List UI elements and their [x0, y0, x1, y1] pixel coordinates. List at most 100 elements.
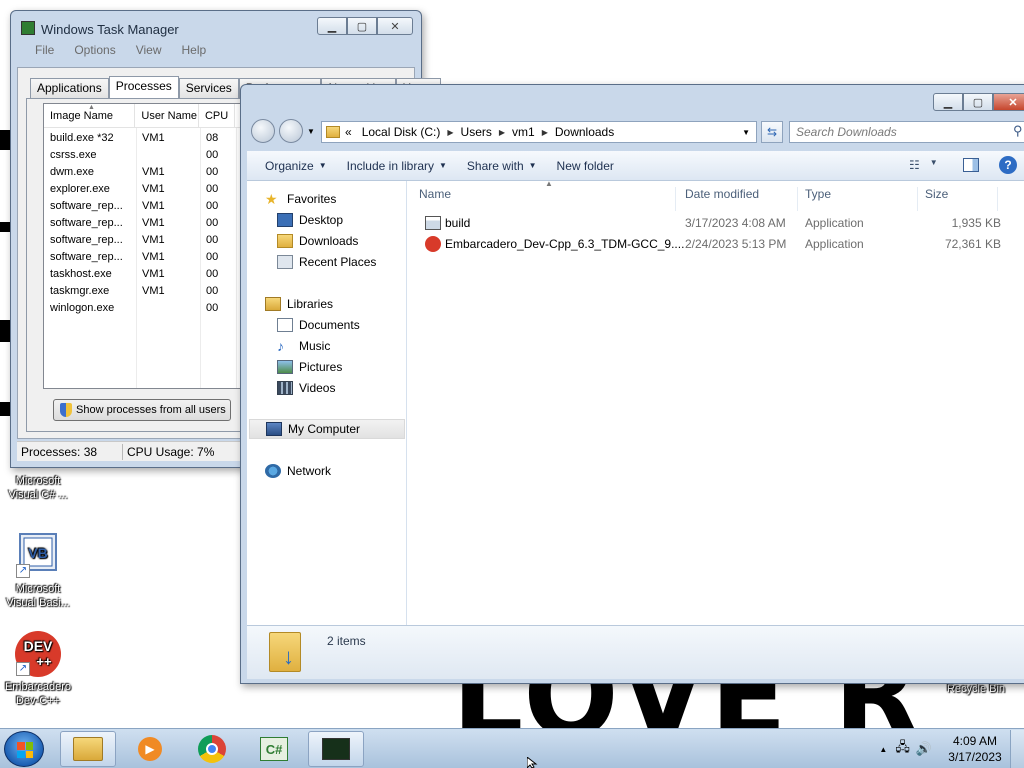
refresh-button[interactable]: ⇆	[761, 121, 783, 143]
shortcut-arrow-icon: ↗	[16, 662, 30, 676]
address-dropdown-icon[interactable]: ▼	[742, 128, 750, 137]
file-row-devcpp-installer[interactable]: Embarcadero_Dev-Cpp_6.3_TDM-GCC_9.... 2/…	[417, 234, 1024, 254]
column-type[interactable]: Type	[805, 187, 831, 201]
desktop-icon-label: Microsoft Visual C# ...	[8, 475, 68, 501]
taskbar-visual-csharp[interactable]: C#	[246, 731, 302, 767]
minimize-button[interactable]: ▁	[933, 93, 963, 111]
task-manager-titlebar[interactable]: Windows Task Manager ▁ ▢ ✕	[11, 11, 421, 41]
show-all-processes-button[interactable]: Show processes from all users	[53, 399, 231, 421]
tab-applications[interactable]: Applications	[30, 78, 109, 98]
show-hidden-icons-button[interactable]: ▲	[879, 745, 887, 754]
nav-pictures-label: Pictures	[299, 360, 343, 374]
address-bar[interactable]: « Local Disk (C:) ▶ Users ▶ vm1 ▶ Downlo…	[321, 121, 757, 143]
volume-icon[interactable]: 🔊	[916, 741, 932, 757]
desktop-icon	[277, 213, 293, 227]
minimize-button[interactable]: ▁	[317, 17, 347, 35]
breadcrumb-downloads[interactable]: Downloads	[550, 125, 619, 139]
view-options-button[interactable]: ☷ ▼	[909, 158, 938, 172]
back-button[interactable]	[251, 119, 275, 143]
taskbar-chrome[interactable]	[184, 731, 240, 767]
process-name: taskmgr.exe	[50, 284, 110, 297]
nav-favorites[interactable]: ★ Favorites	[265, 189, 336, 209]
chevron-right-icon[interactable]: ▶	[497, 128, 507, 137]
process-user: VM1	[142, 267, 165, 280]
forward-button[interactable]	[279, 119, 303, 143]
maximize-button[interactable]: ▢	[963, 93, 993, 111]
breadcrumb-users[interactable]: Users	[456, 125, 497, 139]
column-cpu-label: CPU	[204, 109, 229, 122]
status-cpu-usage: CPU Usage: 7%	[127, 444, 215, 459]
desktop-icon-devcpp[interactable]: DEV ++ ↗ Embarcadero Dev-C++	[0, 630, 76, 708]
nav-documents[interactable]: Documents	[277, 315, 360, 335]
column-size[interactable]: Size	[925, 187, 948, 201]
close-button[interactable]: ✕	[377, 17, 413, 35]
explorer-window[interactable]: ▁ ▢ ✕ ▼ « Local Disk (C:) ▶ Users ▶ vm1 …	[240, 84, 1024, 684]
maximize-button[interactable]: ▢	[347, 17, 377, 35]
new-folder-button[interactable]: New folder	[547, 159, 624, 173]
share-with-button[interactable]: Share with ▼	[457, 159, 547, 173]
nav-videos[interactable]: Videos	[277, 378, 335, 398]
menu-options[interactable]: Options	[64, 43, 125, 57]
nav-downloads-label: Downloads	[299, 234, 359, 248]
nav-desktop[interactable]: Desktop	[277, 210, 343, 230]
column-image-name[interactable]: ▲ Image Name	[44, 104, 136, 127]
taskbar-media-player[interactable]: ▶	[122, 731, 178, 767]
tab-processes[interactable]: Processes	[108, 76, 179, 98]
column-name[interactable]: Name	[419, 187, 451, 201]
nav-recent-places[interactable]: Recent Places	[277, 252, 376, 272]
column-user-name[interactable]: User Name	[135, 104, 199, 127]
videos-icon	[277, 381, 293, 395]
nav-libraries[interactable]: Libraries	[265, 294, 333, 314]
process-name: explorer.exe	[50, 182, 110, 195]
breadcrumb-overflow[interactable]: «	[340, 125, 357, 139]
breadcrumb-vm1[interactable]: vm1	[507, 125, 540, 139]
nav-network[interactable]: Network	[265, 461, 331, 481]
organize-button[interactable]: Organize ▼	[255, 159, 337, 173]
start-button[interactable]	[4, 731, 44, 767]
clock-date: 3/17/2023	[948, 750, 1002, 764]
file-size: 72,361 KB	[944, 237, 1001, 251]
column-date-modified[interactable]: Date modified	[685, 187, 759, 201]
chevron-right-icon[interactable]: ▶	[540, 128, 550, 137]
history-dropdown-icon[interactable]: ▼	[307, 127, 315, 136]
nav-downloads[interactable]: Downloads	[277, 231, 358, 251]
menu-file[interactable]: File	[25, 43, 64, 57]
file-size: 1,935 KB	[951, 216, 1001, 230]
breadcrumb-local-disk[interactable]: Local Disk (C:)	[357, 125, 446, 139]
file-name: Embarcadero_Dev-Cpp_6.3_TDM-GCC_9....	[445, 237, 685, 251]
include-in-library-button[interactable]: Include in library ▼	[337, 159, 457, 173]
explorer-titlebar[interactable]: ▁ ▢ ✕	[241, 85, 1024, 115]
nav-music[interactable]: ♪ Music	[277, 336, 330, 356]
devcpp-installer-icon	[425, 236, 441, 252]
process-cpu: 00	[206, 284, 219, 297]
nav-my-computer[interactable]: My Computer	[249, 419, 405, 439]
process-user: VM1	[142, 216, 165, 229]
taskbar-task-manager[interactable]	[308, 731, 364, 767]
menu-view[interactable]: View	[126, 43, 172, 57]
file-row-build[interactable]: build 3/17/2023 4:08 AM Application 1,93…	[417, 213, 1024, 233]
chevron-right-icon[interactable]: ▶	[445, 128, 455, 137]
column-cpu[interactable]: CPU	[199, 104, 235, 127]
media-player-icon: ▶	[138, 737, 162, 761]
file-list-view[interactable]: ▲ Name Date modified Type Size build 3/1…	[407, 179, 1024, 625]
help-button[interactable]: ?	[999, 156, 1017, 174]
show-desktop-button[interactable]	[1010, 730, 1024, 768]
desktop-icon-visual-basic[interactable]: VB ↗ Microsoft Visual Basi...	[0, 532, 76, 610]
task-manager-title: Windows Task Manager	[41, 22, 179, 37]
taskbar-explorer[interactable]	[60, 731, 116, 767]
clock[interactable]: 4:09 AM 3/17/2023	[940, 733, 1010, 765]
task-manager-caption-buttons: ▁ ▢ ✕	[317, 17, 413, 35]
search-input[interactable]: Search Downloads	[789, 121, 1024, 143]
file-name: build	[445, 216, 471, 230]
network-status-icon[interactable]: 🖧	[895, 738, 910, 760]
desktop-icon-recycle-bin[interactable]: Recycle Bin	[938, 682, 1014, 696]
tab-services[interactable]: Services	[178, 78, 239, 98]
search-icon[interactable]: ⚲	[1013, 123, 1023, 139]
chevron-down-icon: ▼	[528, 161, 537, 170]
desktop-icon-visual-csharp[interactable]: Microsoft Visual C# ...	[0, 474, 76, 502]
close-button[interactable]: ✕	[993, 93, 1024, 111]
nav-pictures[interactable]: Pictures	[277, 357, 342, 377]
menu-help[interactable]: Help	[172, 43, 217, 57]
recent-places-icon	[277, 255, 293, 269]
preview-pane-button[interactable]	[963, 158, 979, 172]
